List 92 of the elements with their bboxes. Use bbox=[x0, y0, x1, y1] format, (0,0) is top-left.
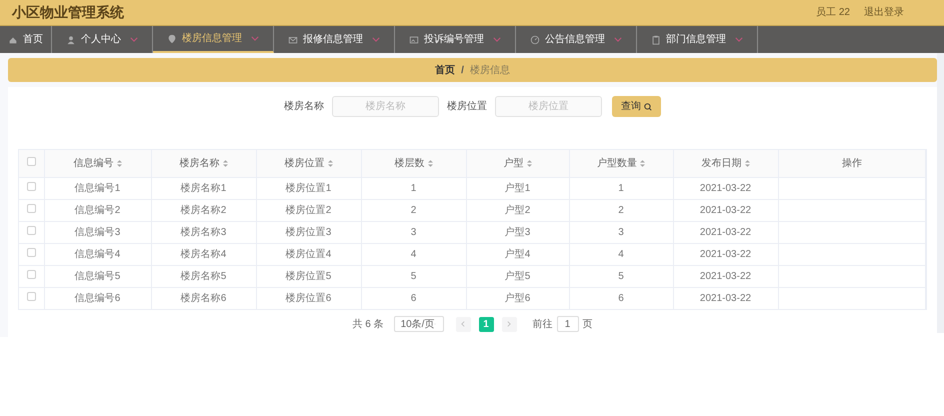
table-cell: 2021-03-22 bbox=[700, 270, 752, 282]
row-checkbox[interactable] bbox=[26, 226, 36, 234]
previous-page-button[interactable] bbox=[456, 316, 471, 332]
table-cell: 户型1 bbox=[504, 182, 530, 194]
search-field[interactable]: 楼房名称 bbox=[332, 96, 439, 117]
goto-suffix: 页 bbox=[582, 318, 593, 332]
column-header[interactable]: 户型 bbox=[504, 156, 524, 171]
table-cell: 楼房位置4 bbox=[286, 248, 332, 260]
table-cell: 1 bbox=[410, 182, 416, 194]
table-cell: 户型2 bbox=[504, 204, 530, 216]
table-cell: 户型6 bbox=[504, 292, 530, 304]
sort-icon[interactable] bbox=[222, 160, 228, 167]
table-cell: 楼房位置3 bbox=[286, 226, 332, 238]
sort-icon[interactable] bbox=[640, 160, 645, 167]
table-cell: 楼房名称2 bbox=[180, 204, 226, 216]
breadcrumb-item: 楼房信息 bbox=[470, 64, 510, 78]
total-count: 共 6 条 bbox=[352, 318, 384, 332]
table-cell: 5 bbox=[410, 270, 416, 282]
table-cell: 楼房位置6 bbox=[286, 292, 332, 304]
breadcrumb-separator: / bbox=[461, 64, 464, 78]
row-checkbox[interactable] bbox=[26, 204, 36, 212]
table-cell: 4 bbox=[618, 248, 624, 260]
page-input[interactable]: 1 bbox=[556, 316, 579, 332]
table-cell: 户型5 bbox=[504, 270, 530, 282]
row-checkbox[interactable] bbox=[26, 270, 36, 278]
table-cell: 2021-03-22 bbox=[700, 248, 752, 260]
chevron-right-icon bbox=[507, 321, 512, 327]
table-cell: 楼房名称5 bbox=[180, 270, 226, 282]
table-cell: 信息编号5 bbox=[74, 270, 120, 282]
table-cell: 3 bbox=[618, 226, 624, 238]
column-header[interactable]: 户型数量 bbox=[597, 156, 637, 171]
table-cell: 5 bbox=[618, 270, 624, 282]
table-cell: 2 bbox=[410, 204, 416, 216]
home-icon bbox=[8, 34, 18, 44]
table-cell: 楼房名称6 bbox=[180, 292, 226, 304]
table-cell: 信息编号6 bbox=[74, 292, 120, 304]
logout-link[interactable]: 退出登录 bbox=[864, 5, 904, 20]
user-name: 员工 22 bbox=[816, 6, 850, 20]
table-cell: 2021-03-22 bbox=[700, 204, 752, 216]
goto-label: 前往 bbox=[532, 318, 553, 332]
page-size-select[interactable]: 10条/页 bbox=[394, 316, 444, 332]
app-title: 小区物业管理系统 bbox=[12, 3, 124, 22]
row-checkbox[interactable] bbox=[26, 292, 36, 301]
table-cell: 信息编号4 bbox=[74, 248, 120, 260]
table-cell: 4 bbox=[410, 248, 416, 260]
table-cell: 楼房位置1 bbox=[286, 182, 332, 194]
table-cell: 户型3 bbox=[504, 226, 530, 238]
sort-icon[interactable] bbox=[116, 160, 122, 167]
sort-icon[interactable] bbox=[744, 160, 750, 167]
column-header[interactable]: 楼房位置 bbox=[284, 156, 324, 171]
gauge-icon bbox=[530, 34, 540, 44]
chevron-left-icon bbox=[461, 321, 466, 327]
envelope-icon bbox=[288, 34, 298, 44]
column-header[interactable]: 楼层数 bbox=[394, 156, 424, 171]
table-cell: 2021-03-22 bbox=[700, 182, 752, 194]
column-header[interactable]: 发布日期 bbox=[702, 156, 742, 171]
sort-icon[interactable] bbox=[526, 160, 532, 167]
table-cell: 信息编号3 bbox=[74, 226, 120, 238]
person-icon bbox=[66, 34, 76, 44]
search-field[interactable]: 楼房位置 bbox=[495, 96, 602, 117]
table-cell: 2021-03-22 bbox=[700, 226, 752, 238]
map-pin-icon bbox=[167, 34, 177, 44]
search-icon bbox=[644, 102, 652, 110]
field-label: 楼房位置 bbox=[447, 100, 487, 114]
column-header[interactable]: 楼房名称 bbox=[180, 156, 220, 171]
table-cell: 户型4 bbox=[504, 248, 530, 260]
table-cell: 楼房名称4 bbox=[180, 248, 226, 260]
sort-icon[interactable] bbox=[328, 160, 332, 167]
table-cell: 楼房位置5 bbox=[286, 270, 332, 282]
search-button[interactable]: 查询 bbox=[612, 96, 661, 117]
select-all-checkbox[interactable] bbox=[26, 156, 36, 166]
table-cell: 2 bbox=[618, 204, 624, 216]
table-cell: 6 bbox=[410, 292, 416, 304]
table-cell: 3 bbox=[410, 226, 416, 238]
sort-icon[interactable] bbox=[428, 160, 432, 167]
clipboard-icon bbox=[651, 34, 661, 44]
table-cell: 信息编号1 bbox=[74, 182, 120, 194]
table-cell: 楼房名称1 bbox=[180, 182, 226, 194]
image-frame-icon bbox=[409, 34, 419, 44]
table-cell: 楼房位置2 bbox=[286, 204, 332, 216]
column-header[interactable]: 信息编号 bbox=[74, 156, 114, 171]
row-checkbox[interactable] bbox=[26, 182, 36, 190]
column-header: 操作 bbox=[842, 156, 862, 171]
breadcrumb-item[interactable]: 首页 bbox=[435, 62, 456, 78]
table-cell: 楼房名称3 bbox=[180, 226, 226, 238]
next-page-button[interactable] bbox=[502, 316, 517, 332]
field-label: 楼房名称 bbox=[284, 100, 324, 114]
row-checkbox[interactable] bbox=[26, 248, 36, 256]
table-cell: 6 bbox=[618, 292, 624, 304]
table-cell: 1 bbox=[618, 182, 624, 194]
table-cell: 2021-03-22 bbox=[700, 292, 752, 304]
table-cell: 信息编号2 bbox=[74, 204, 120, 216]
